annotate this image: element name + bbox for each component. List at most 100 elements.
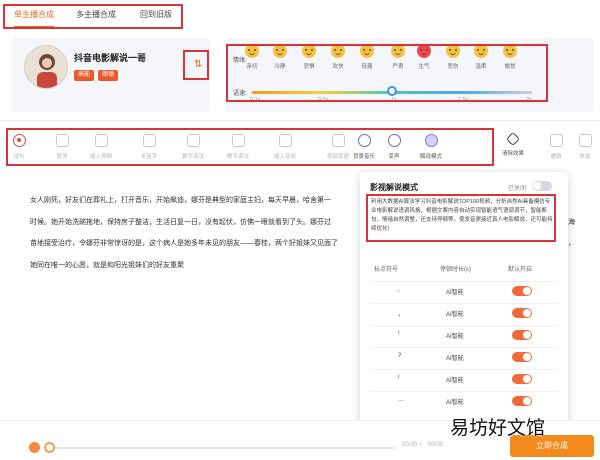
commentary-icon: [424, 134, 438, 147]
toggle-status: 已关闭: [508, 186, 527, 192]
default-on-switch[interactable]: [512, 330, 532, 340]
time-total: 00:00: [428, 442, 444, 448]
emotion-option[interactable]: 悲伤: [443, 44, 463, 70]
time-separator: /: [420, 442, 422, 448]
emotion-option[interactable]: 亲切: [242, 44, 262, 70]
sound-effect-icon: [278, 134, 292, 147]
toolbar-label: 恢复: [579, 154, 591, 160]
play-button[interactable]: [29, 442, 40, 453]
emoji-face-icon: [302, 44, 316, 58]
speed-tick: 0.1x: [250, 97, 261, 103]
emotion-option-label: 轻蔑: [361, 64, 373, 70]
row-divider: [370, 369, 558, 370]
pause-cell[interactable]: AI智能: [446, 287, 464, 296]
emotion-option-label: 生气: [418, 64, 430, 70]
toolbar-number-button[interactable]: 数字读法: [176, 134, 210, 160]
col-header-pause: 停顿时长(s): [440, 267, 471, 273]
toolbar-label: 数字读法: [226, 154, 249, 160]
emoji-face-icon: [417, 44, 431, 58]
pause-cell[interactable]: AI智能: [446, 353, 464, 362]
active-tab-underline: [14, 26, 54, 28]
emotion-option[interactable]: 冷静: [270, 44, 290, 70]
pause-cell[interactable]: AI智能: [446, 331, 464, 340]
toolbar-insert-pause-button[interactable]: 插入停顿: [84, 134, 118, 160]
emotion-option[interactable]: 温柔: [471, 44, 491, 70]
tab-back-to-old[interactable]: 回到旧版: [140, 9, 172, 20]
emoji-face-icon: [474, 44, 488, 58]
undo-icon: [549, 134, 563, 147]
speed-tick: 2x: [526, 97, 532, 103]
toolbar-label: 清除效果: [501, 151, 524, 157]
content-line-tail: 海: [568, 219, 575, 226]
speed-tick: 1.5x: [458, 97, 469, 103]
toolbar-commentary-button[interactable]: 解说模式: [414, 134, 448, 160]
default-on-switch[interactable]: [512, 352, 532, 362]
pause-cell[interactable]: AI智能: [446, 309, 464, 318]
content-line[interactable]: 女人刚死，好友们在葬礼上，打开音乐，开始飙迪，娜芬是典型的家庭主妇，每天早晨，哈…: [30, 195, 360, 205]
toolbar-label: 插入停顿: [89, 154, 112, 160]
emotion-option[interactable]: 愉悦: [500, 44, 520, 70]
avatar[interactable]: [24, 45, 68, 89]
row-divider: [370, 347, 558, 348]
emotion-option-label: 严肃: [392, 64, 404, 70]
polyphone-icon: [142, 134, 156, 147]
toolbar-label: 多音字: [140, 154, 158, 160]
toolbar-digit-button[interactable]: 数字读法: [221, 134, 255, 160]
toolbar-label: 背景音乐: [352, 154, 375, 160]
punct-cell: ,: [398, 287, 400, 293]
speed-slider-knob[interactable]: [387, 86, 397, 96]
toolbar-polyphone-button[interactable]: 多音字: [132, 134, 166, 160]
section-divider: [0, 120, 600, 121]
toolbar-sound-effect-button[interactable]: 插入音效: [268, 134, 302, 160]
default-on-switch[interactable]: [512, 286, 532, 296]
col-header-punct: 标点符号: [374, 267, 399, 273]
emotion-option-label: 愉悦: [504, 64, 516, 70]
emotion-option[interactable]: 轻蔑: [357, 44, 377, 70]
content-line-tail: ，: [568, 240, 575, 247]
pause-cell[interactable]: AI智能: [446, 397, 464, 406]
toolbar-pause-button[interactable]: 暂停: [45, 134, 79, 160]
default-on-switch[interactable]: [512, 374, 532, 384]
progress-track[interactable]: [44, 447, 394, 449]
speed-tick: 0.5x: [318, 97, 329, 103]
watermark-text: 易坊好文馆: [450, 417, 546, 439]
toolbar-music-button[interactable]: 背景音乐: [347, 134, 381, 160]
punct-cell: 。: [398, 312, 405, 318]
toolbar-redo-button[interactable]: 恢复: [568, 134, 600, 160]
content-line[interactable]: 她同在唯一的心愿，就是和阳光姐妹们的好友重聚: [30, 260, 360, 270]
emotion-option-label: 恐惧: [303, 64, 315, 70]
speed-label: 语速:: [233, 91, 247, 97]
time-current: 00:00: [402, 442, 418, 448]
punct-cell: ?: [398, 353, 402, 359]
toolbar-label: 暂停: [56, 154, 68, 160]
pause-cell[interactable]: AI智能: [446, 375, 464, 384]
emotion-option[interactable]: 恐惧: [299, 44, 319, 70]
row-divider: [370, 325, 558, 326]
emotion-option[interactable]: 生气: [414, 44, 434, 70]
number-icon: [186, 134, 200, 147]
toolbar-record-button[interactable]: 试听: [2, 134, 36, 160]
commentary-mode-toggle[interactable]: [532, 181, 552, 191]
content-line[interactable]: 时候。她开始洗碗拖地，保持房子整洁，生活日复一日，没有起伏，仿佛一眼就看到了头。…: [30, 217, 360, 227]
emotion-option[interactable]: 严肃: [388, 44, 408, 70]
default-on-switch[interactable]: [512, 308, 532, 318]
content-line[interactable]: 苗地接受治疗，令娜芬非常惊讶的是，这个病人是她多年未见的朋友——春桂，两个好姐妹…: [30, 238, 360, 248]
toolbar-eraser-button[interactable]: 清除效果: [496, 131, 530, 157]
tab-single-anchor[interactable]: 单主播合成: [14, 9, 54, 20]
emoji-face-icon: [331, 44, 345, 58]
eraser-icon: [505, 131, 521, 147]
emoji-face-icon: [503, 44, 517, 58]
badge-high-energy: 高能: [74, 70, 95, 81]
emotion-option-label: 欢快: [332, 64, 344, 70]
emotion-option[interactable]: 欢快: [328, 44, 348, 70]
emoji-face-icon: [245, 44, 259, 58]
tab-multi-anchor[interactable]: 多主播合成: [76, 9, 116, 20]
row-divider: [370, 281, 558, 282]
toolbar-voice-change-button[interactable]: 变声: [377, 134, 411, 160]
swap-arrows-icon[interactable]: ⇅: [194, 59, 202, 70]
progress-knob[interactable]: [44, 442, 55, 453]
emoji-face-icon: [391, 44, 405, 58]
default-on-switch[interactable]: [512, 396, 532, 406]
toolbar-label: 变声: [388, 154, 400, 160]
insert-pause-icon: [94, 134, 108, 147]
